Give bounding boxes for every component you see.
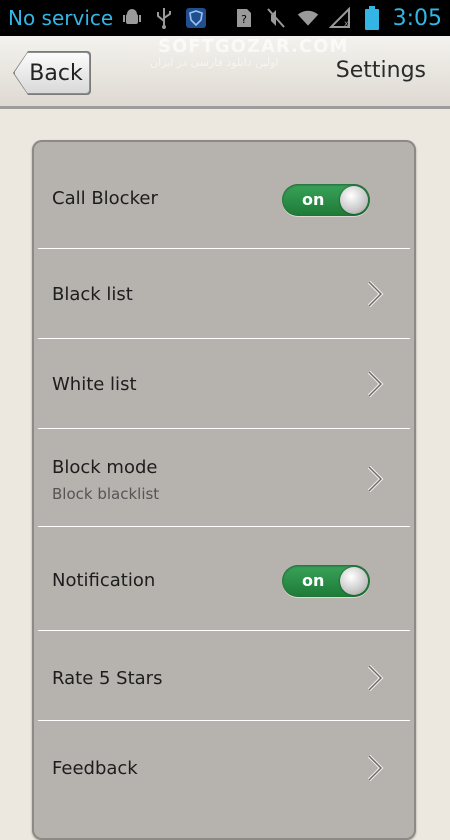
wifi-icon <box>297 7 319 29</box>
setting-row-white-list[interactable]: White list <box>38 339 410 429</box>
setting-row-black-list[interactable]: Black list <box>38 249 410 339</box>
android-icon <box>121 7 143 29</box>
watermark-brand: SOFTGOZAR.COM <box>158 36 349 57</box>
setting-label: Rate 5 Stars <box>52 668 163 689</box>
chevron-right-icon <box>367 370 384 398</box>
chevron-right-icon <box>367 664 384 692</box>
toggle-knob <box>340 567 368 595</box>
page-title: Settings <box>335 58 426 83</box>
status-bar: No service ? x 3:05 <box>0 0 450 36</box>
setting-label: White list <box>52 374 137 395</box>
battery-icon <box>361 6 383 30</box>
back-button[interactable]: Back <box>14 52 90 94</box>
usb-icon <box>153 7 175 29</box>
setting-row-rate[interactable]: Rate 5 Stars <box>38 631 410 721</box>
setting-row-feedback[interactable]: Feedback <box>38 721 410 831</box>
back-button-label: Back <box>29 60 83 86</box>
setting-label: Black list <box>52 284 133 305</box>
setting-label: Notification <box>52 570 156 591</box>
call-blocker-toggle[interactable]: on <box>282 184 370 216</box>
settings-panel: Call Blocker on Black list White list Bl… <box>32 140 416 840</box>
toggle-state-text: on <box>302 190 325 209</box>
chevron-right-icon <box>367 465 384 493</box>
setting-label: Feedback <box>52 758 138 779</box>
clock: 3:05 <box>392 5 442 31</box>
setting-label: Block mode <box>52 457 158 478</box>
svg-text:?: ? <box>241 13 247 26</box>
shield-icon <box>185 7 207 29</box>
setting-row-notification[interactable]: Notification on <box>38 527 410 631</box>
chevron-right-icon <box>367 754 384 782</box>
svg-text:x: x <box>344 19 349 28</box>
notification-toggle[interactable]: on <box>282 565 370 597</box>
setting-label: Call Blocker <box>52 188 158 209</box>
setting-row-block-mode[interactable]: Block mode Block blacklist <box>38 429 410 527</box>
setting-subtitle: Block blacklist <box>52 485 160 503</box>
toggle-state-text: on <box>302 571 325 590</box>
chevron-right-icon <box>367 280 384 308</box>
toggle-knob <box>340 186 368 214</box>
watermark-tagline: اولین دانلود فارسی در ایران <box>150 56 279 69</box>
question-sim-icon: ? <box>233 7 255 29</box>
setting-row-call-blocker[interactable]: Call Blocker on <box>38 144 410 249</box>
no-signal-icon: x <box>328 7 351 29</box>
mute-icon <box>265 7 287 29</box>
carrier-text: No service <box>8 6 114 30</box>
